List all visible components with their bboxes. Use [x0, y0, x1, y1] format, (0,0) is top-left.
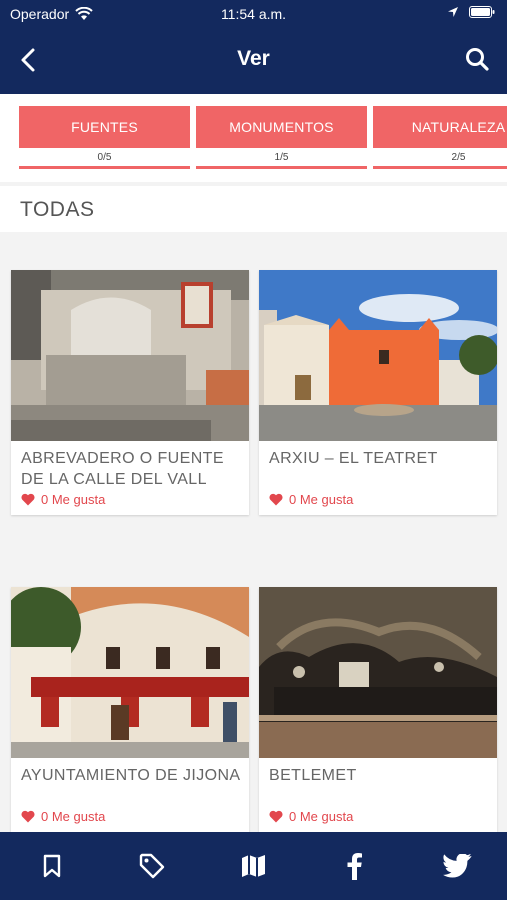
filter-fuentes-count: 0/5 [97, 152, 112, 163]
bookmark-icon [43, 854, 61, 878]
filter-naturaleza-button[interactable]: NATURALEZA [373, 106, 507, 148]
tab-twitter[interactable] [441, 850, 475, 882]
place-name: ARXIU – EL TEATRET [269, 450, 438, 467]
filter-fuentes-button[interactable]: FUENTES [19, 106, 190, 148]
heart-icon [269, 810, 283, 823]
heart-icon [269, 493, 283, 506]
like-count-label: 0 Me gusta [289, 809, 354, 824]
category-filter-bar: FUENTES 0/5 MONUMENTOS 1/5 NATURALEZA 2/… [0, 94, 507, 182]
location-arrow-icon [448, 7, 458, 17]
tag-icon [139, 853, 165, 879]
like-count-label: 0 Me gusta [41, 809, 106, 824]
facebook-icon [347, 853, 362, 880]
place-photo [259, 270, 497, 441]
like-count[interactable]: 0 Me gusta [269, 809, 353, 824]
search-icon [466, 48, 489, 71]
tab-bookmarks[interactable] [36, 850, 68, 882]
like-count[interactable]: 0 Me gusta [269, 492, 353, 507]
filter-monumentos-count: 1/5 [274, 152, 289, 163]
place-name: BETLEMET [269, 767, 357, 784]
place-photo [259, 587, 497, 758]
tab-map[interactable] [238, 850, 270, 882]
filter-monumentos[interactable]: MONUMENTOS 1/5 [196, 106, 367, 169]
filter-fuentes[interactable]: FUENTES 0/5 [19, 106, 190, 169]
like-count[interactable]: 0 Me gusta [21, 492, 105, 507]
like-count-label: 0 Me gusta [41, 492, 106, 507]
navigation-bar: Ver [0, 28, 507, 94]
tab-tags[interactable] [136, 850, 168, 882]
filter-naturaleza-count: 2/5 [451, 152, 466, 163]
place-photo [11, 270, 249, 441]
like-count[interactable]: 0 Me gusta [21, 809, 105, 824]
place-card[interactable]: AYUNTAMIENTO DE JIJONA 0 Me gusta [11, 587, 249, 832]
tab-facebook[interactable] [338, 850, 370, 882]
page-title: Ver [237, 47, 270, 70]
section-title: TODAS [20, 198, 95, 221]
heart-icon [21, 493, 35, 506]
filter-monumentos-progress [196, 166, 367, 169]
like-count-label: 0 Me gusta [289, 492, 354, 507]
section-header: TODAS [0, 186, 507, 232]
bottom-tab-bar [0, 832, 507, 900]
filter-monumentos-button[interactable]: MONUMENTOS [196, 106, 367, 148]
status-bar: Operador 11:54 a.m. [0, 0, 507, 28]
twitter-icon [443, 854, 472, 878]
filter-fuentes-progress [19, 166, 190, 169]
place-card[interactable]: BETLEMET 0 Me gusta [259, 587, 497, 832]
clock: 11:54 a.m. [220, 6, 287, 22]
place-name: ABREVADERO O FUENTE DE LA CALLE DEL VALL [21, 450, 224, 488]
heart-icon [21, 810, 35, 823]
place-card[interactable]: ABREVADERO O FUENTE DE LA CALLE DEL VALL… [11, 270, 249, 515]
place-name: AYUNTAMIENTO DE JIJONA [21, 767, 241, 784]
search-button[interactable] [461, 44, 493, 76]
map-icon [242, 855, 265, 877]
place-photo [11, 587, 249, 758]
filter-naturaleza-progress [373, 166, 507, 169]
place-card[interactable]: ARXIU – EL TEATRET 0 Me gusta [259, 270, 497, 515]
filter-naturaleza[interactable]: NATURALEZA 2/5 [373, 106, 507, 169]
battery-icon [469, 6, 495, 18]
